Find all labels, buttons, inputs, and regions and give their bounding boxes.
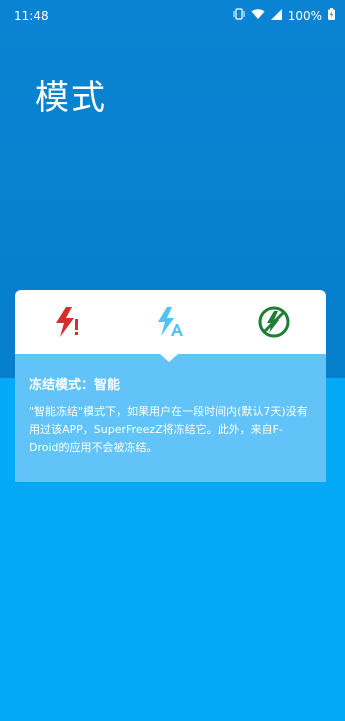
status-icons: 100% — [233, 8, 335, 23]
vibrate-icon — [233, 8, 245, 23]
freeze-always-icon[interactable] — [47, 302, 87, 342]
battery-icon — [328, 8, 335, 23]
selection-pointer — [160, 354, 178, 362]
battery-percent: 100% — [287, 8, 322, 23]
mode-description: "智能冻结"模式下，如果用户在一段时间内(默认7天)没有用过该APP，Super… — [29, 405, 308, 454]
freeze-auto-icon[interactable] — [150, 302, 190, 342]
mode-description-panel: 冻结模式：智能 "智能冻结"模式下，如果用户在一段时间内(默认7天)没有用过该A… — [15, 354, 326, 482]
screen: 11:48 100% 模式 冻结模式：智能 "智能冻结"模式下，如果用户在一段时… — [0, 0, 345, 721]
mode-selector — [15, 290, 326, 354]
wifi-icon — [251, 8, 265, 23]
freeze-never-icon[interactable] — [254, 302, 294, 342]
status-time: 11:48 — [14, 9, 49, 23]
status-bar: 11:48 100% — [0, 0, 345, 32]
cell-signal-icon — [270, 8, 282, 23]
page-title: 模式 — [35, 78, 107, 118]
mode-title: 冻结模式：智能 — [29, 378, 121, 393]
